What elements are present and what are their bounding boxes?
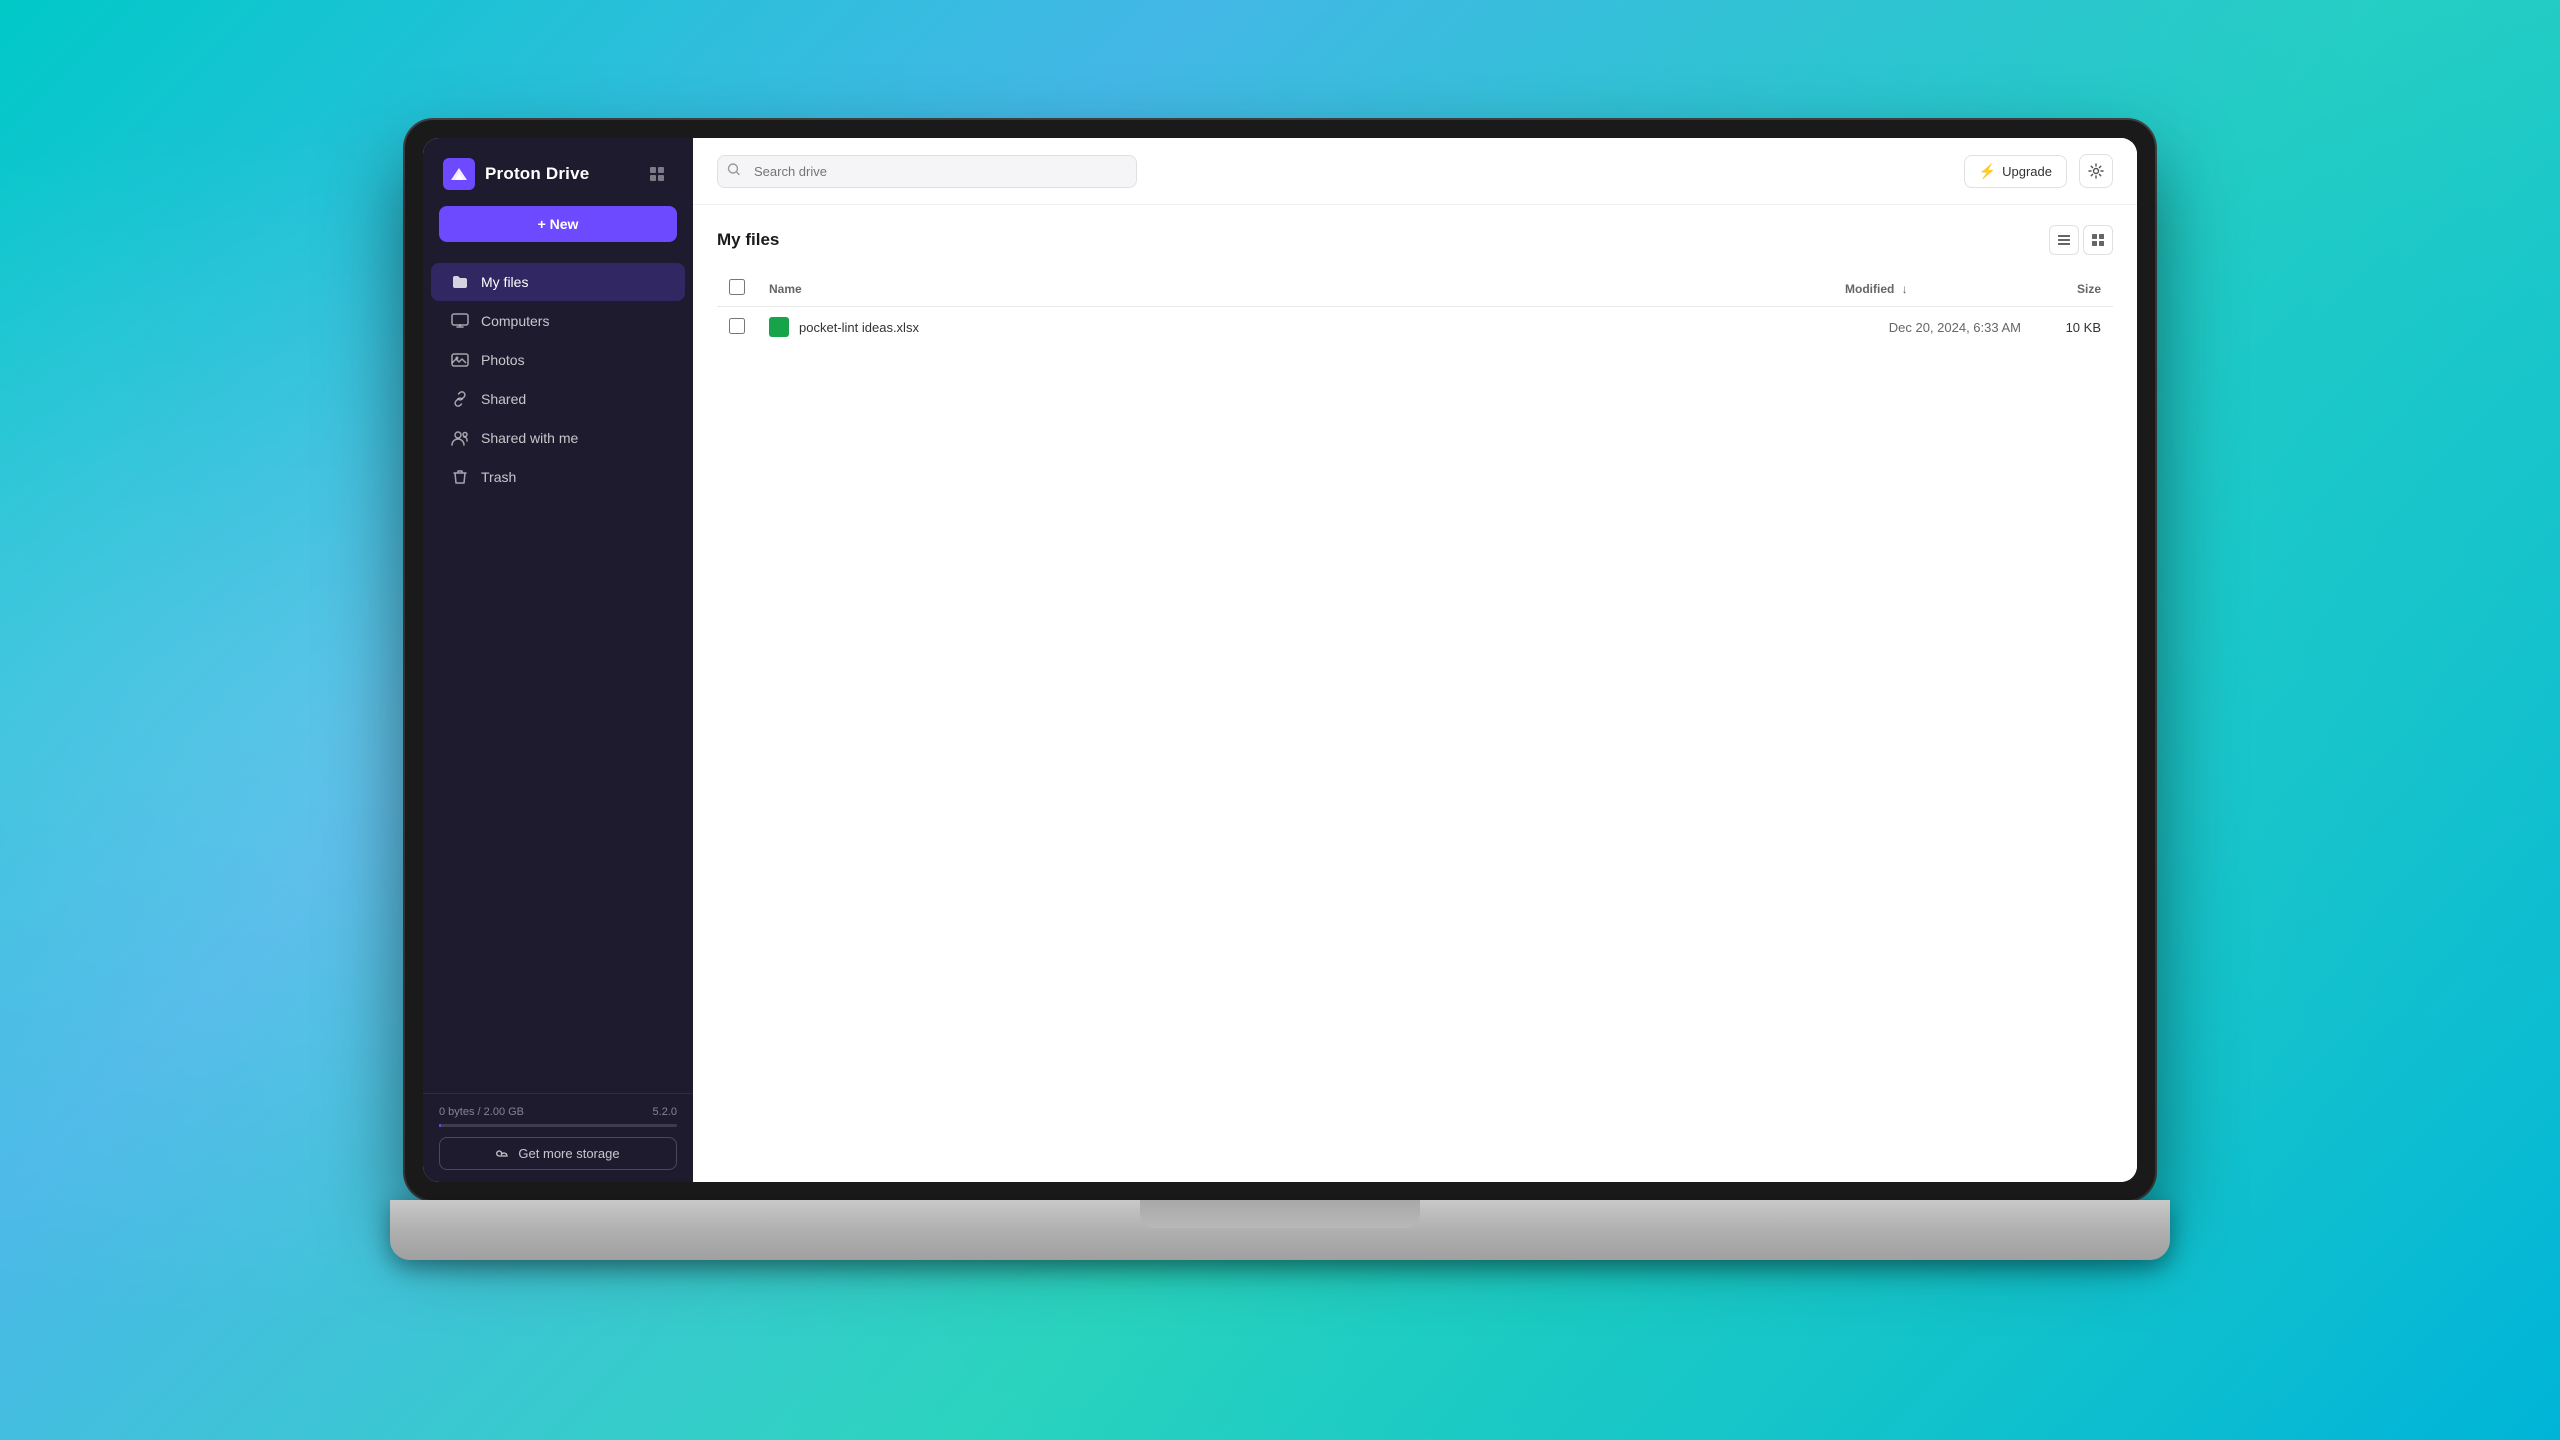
sidebar-spacer <box>423 497 693 1093</box>
modified-column-header[interactable]: Modified ↓ <box>1833 271 2033 307</box>
sidebar-item-my-files[interactable]: My files <box>431 263 685 301</box>
proton-drive-logo-icon <box>443 158 475 190</box>
topbar: ⚡ Upgrade <box>693 138 2137 205</box>
storage-bar-background <box>439 1124 677 1127</box>
search-icon <box>727 163 741 180</box>
file-size-cell: 10 KB <box>2033 307 2113 348</box>
sidebar-item-trash[interactable]: Trash <box>431 458 685 496</box>
sidebar-item-label: Computers <box>481 313 549 329</box>
main-content: ⚡ Upgrade <box>693 138 2137 1182</box>
sidebar-item-shared[interactable]: Shared <box>431 380 685 418</box>
sort-arrow-down: ↓ <box>1902 282 1908 296</box>
sidebar-app-name: Proton Drive <box>485 164 589 184</box>
select-all-checkbox[interactable] <box>729 279 745 295</box>
file-checkbox-cell <box>717 307 757 348</box>
table-header-row: Name Modified ↓ Size <box>717 271 2113 307</box>
page-title: My files <box>717 230 779 250</box>
grid-view-icon <box>2091 233 2105 247</box>
file-name-wrapper: pocket-lint ideas.xlsx <box>769 317 1821 337</box>
topbar-right: ⚡ Upgrade <box>1964 154 2113 188</box>
select-all-column <box>717 271 757 307</box>
grid-icon <box>648 165 666 183</box>
trash-icon <box>451 468 469 486</box>
sidebar: Proton Drive + New <box>423 138 693 1182</box>
storage-info: 0 bytes / 2.00 GB 5.2.0 <box>439 1106 677 1118</box>
file-table: Name Modified ↓ Size <box>717 271 2113 347</box>
file-area-header: My files <box>717 225 2113 255</box>
gear-icon <box>2088 163 2104 179</box>
link-icon <box>451 390 469 408</box>
file-checkbox[interactable] <box>729 318 745 334</box>
sidebar-item-label: Shared with me <box>481 430 578 446</box>
table-row: pocket-lint ideas.xlsx Dec 20, 2024, 6:3… <box>717 307 2113 348</box>
laptop-base <box>390 1200 2170 1260</box>
users-icon <box>451 429 469 447</box>
search-container <box>717 155 1137 188</box>
settings-button[interactable] <box>2079 154 2113 188</box>
folder-icon <box>451 273 469 291</box>
laptop-screen-bezel: Proton Drive + New <box>423 138 2137 1182</box>
view-controls <box>2049 225 2113 255</box>
storage-section: 0 bytes / 2.00 GB 5.2.0 <box>423 1093 693 1182</box>
laptop-hinge-notch <box>1140 1200 1420 1228</box>
search-input[interactable] <box>717 155 1137 188</box>
sidebar-item-label: My files <box>481 274 528 290</box>
monitor-icon <box>451 312 469 330</box>
sidebar-logo-row: Proton Drive <box>423 138 693 206</box>
sidebar-item-label: Photos <box>481 352 525 368</box>
app-window: Proton Drive + New <box>423 138 2137 1182</box>
grid-view-button[interactable] <box>2083 225 2113 255</box>
laptop-container: Proton Drive + New <box>380 120 2180 1320</box>
upgrade-button[interactable]: ⚡ Upgrade <box>1964 155 2067 188</box>
sidebar-item-computers[interactable]: Computers <box>431 302 685 340</box>
file-name-cell[interactable]: pocket-lint ideas.xlsx <box>757 307 1833 348</box>
file-table-header: Name Modified ↓ Size <box>717 271 2113 307</box>
storage-used: 0 bytes / 2.00 GB <box>439 1106 524 1118</box>
cloud-icon <box>496 1147 510 1161</box>
apps-grid-button[interactable] <box>641 158 673 190</box>
sidebar-item-label: Shared <box>481 391 526 407</box>
sidebar-item-photos[interactable]: Photos <box>431 341 685 379</box>
image-icon <box>451 351 469 369</box>
list-icon <box>2057 233 2071 247</box>
file-table-body: pocket-lint ideas.xlsx Dec 20, 2024, 6:3… <box>717 307 2113 348</box>
name-column-header[interactable]: Name <box>757 271 1833 307</box>
laptop-screen-outer: Proton Drive + New <box>405 120 2155 1200</box>
sidebar-item-shared-with-me[interactable]: Shared with me <box>431 419 685 457</box>
upgrade-icon: ⚡ <box>1979 163 1996 180</box>
sidebar-nav: My files Computers <box>423 262 693 497</box>
size-column-header[interactable]: Size <box>2033 271 2113 307</box>
storage-bar-fill <box>439 1124 441 1127</box>
list-view-button[interactable] <box>2049 225 2079 255</box>
file-modified-cell: Dec 20, 2024, 6:33 AM <box>1833 307 2033 348</box>
storage-version: 5.2.0 <box>653 1106 677 1118</box>
new-button[interactable]: + New <box>439 206 677 242</box>
excel-file-icon <box>769 317 789 337</box>
sidebar-item-label: Trash <box>481 469 516 485</box>
get-more-storage-button[interactable]: Get more storage <box>439 1137 677 1170</box>
file-area: My files <box>693 205 2137 1182</box>
